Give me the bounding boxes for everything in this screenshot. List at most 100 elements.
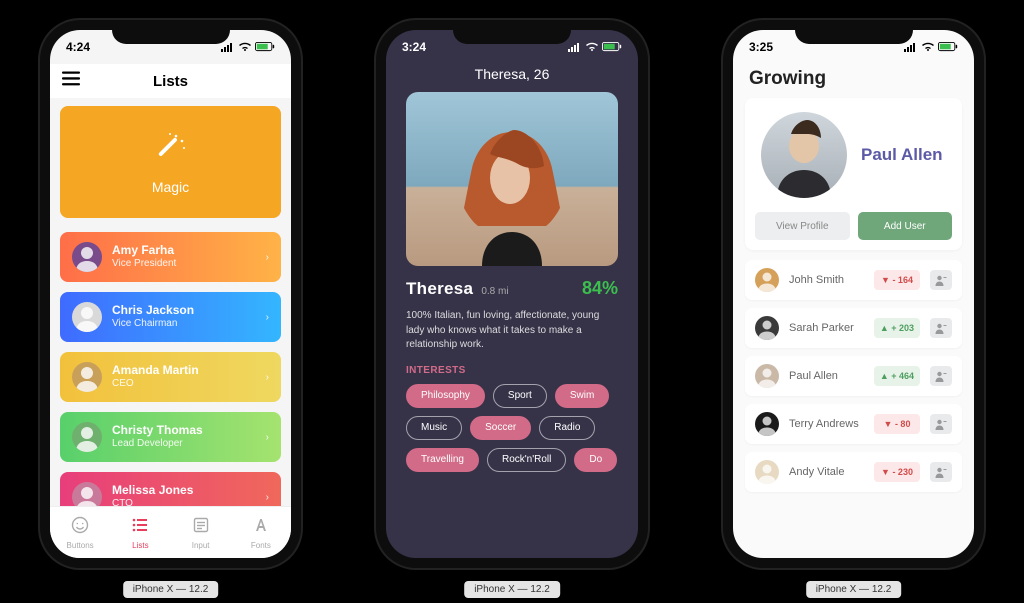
profile-distance: 0.8 mi <box>481 286 508 297</box>
profile-photo[interactable] <box>406 92 618 266</box>
device-growing: 3:25 Growing Paul Allen <box>723 20 984 568</box>
device-notch <box>112 20 230 44</box>
tabbar: Buttons Lists Input Fonts <box>50 506 291 558</box>
user-action-button[interactable] <box>930 414 952 434</box>
hero-label: Magic <box>152 179 189 195</box>
battery-icon <box>938 42 958 52</box>
user-row[interactable]: Paul Allen ▲ + 464 <box>745 356 962 396</box>
list-item-name: Amanda Martin <box>112 364 266 378</box>
delta-badge: ▲ + 203 <box>874 318 920 338</box>
nav-bar: Lists <box>50 64 291 98</box>
interest-chips: Philosophy Sport Swim Music Soccer Radio Trave… <box>406 384 638 472</box>
tab-label: Fonts <box>251 541 271 550</box>
list-item-role: Vice Chairman <box>112 318 266 330</box>
interest-chip[interactable]: Do <box>574 448 617 472</box>
person-illustration <box>432 92 592 266</box>
user-row[interactable]: Andy Vitale ▼ - 230 <box>745 452 962 492</box>
interest-chip[interactable]: Sport <box>493 384 547 408</box>
interest-chip[interactable]: Swim <box>555 384 609 408</box>
hamburger-icon[interactable] <box>62 72 80 91</box>
interest-chip[interactable]: Philosophy <box>406 384 485 408</box>
profile-name: Theresa <box>406 279 473 299</box>
avatar <box>72 302 102 332</box>
status-icons <box>568 42 622 52</box>
avatar <box>755 316 779 340</box>
profile-avatar[interactable] <box>761 112 847 198</box>
wifi-icon <box>585 42 599 52</box>
user-name: Terry Andrews <box>789 418 864 430</box>
interest-chip[interactable]: Rock'n'Roll <box>487 448 566 472</box>
user-action-button[interactable] <box>930 318 952 338</box>
tab-label: Lists <box>132 541 148 550</box>
list-item-name: Christy Thomas <box>112 424 266 438</box>
avatar <box>755 460 779 484</box>
tab-input[interactable]: Input <box>171 507 231 558</box>
device-caption: iPhone X — 12.2 <box>806 581 902 598</box>
person-icon <box>761 112 847 198</box>
view-profile-button[interactable]: View Profile <box>755 212 850 240</box>
signal-icon <box>568 42 582 52</box>
list-item-role: Lead Developer <box>112 438 266 450</box>
list-item[interactable]: Melissa Jones CTO › <box>60 472 281 506</box>
list-item-info: Amy Farha Vice President <box>112 244 266 269</box>
interest-chip[interactable]: Travelling <box>406 448 479 472</box>
list-item-info: Christy Thomas Lead Developer <box>112 424 266 449</box>
avatar <box>72 482 102 506</box>
tab-lists[interactable]: Lists <box>110 507 170 558</box>
user-name: Andy Vitale <box>789 466 864 478</box>
device-notch <box>795 20 913 44</box>
status-icons <box>904 42 958 52</box>
chevron-right-icon: › <box>266 312 269 323</box>
avatar <box>755 364 779 388</box>
user-name: Johh Smith <box>789 274 864 286</box>
profile-bio: 100% Italian, fun loving, affectionate, … <box>406 309 618 353</box>
list-item-info: Melissa Jones CTO <box>112 484 266 506</box>
list-item-role: CTO <box>112 498 266 506</box>
user-action-button[interactable] <box>930 366 952 386</box>
signal-icon <box>221 42 235 52</box>
wifi-icon <box>238 42 252 52</box>
signal-icon <box>904 42 918 52</box>
avatar <box>755 268 779 292</box>
list-item-role: CEO <box>112 378 266 390</box>
tab-label: Input <box>192 541 210 550</box>
list-item[interactable]: Christy Thomas Lead Developer › <box>60 412 281 462</box>
status-icons <box>221 42 275 52</box>
user-list: Johh Smith ▼ - 164 Sarah Parker ▲ + 203 … <box>745 260 962 492</box>
section-interests-heading: INTERESTS <box>406 365 618 376</box>
list-icon <box>131 516 149 539</box>
list-item-role: Vice President <box>112 258 266 270</box>
user-row[interactable]: Johh Smith ▼ - 164 <box>745 260 962 300</box>
profile-name: Paul Allen <box>861 145 943 165</box>
avatar <box>755 412 779 436</box>
delta-badge: ▼ - 164 <box>874 270 920 290</box>
status-time: 4:24 <box>66 40 90 54</box>
avatar <box>72 362 102 392</box>
user-action-button[interactable] <box>930 270 952 290</box>
profile-meta: Theresa 0.8 mi 84% <box>406 278 618 299</box>
profile-card: Paul Allen View Profile Add User <box>745 98 962 250</box>
list-item[interactable]: Amy Farha Vice President › <box>60 232 281 282</box>
user-row[interactable]: Terry Andrews ▼ - 80 <box>745 404 962 444</box>
interest-chip[interactable]: Music <box>406 416 462 440</box>
list-item-name: Amy Farha <box>112 244 266 258</box>
delta-badge: ▼ - 80 <box>874 414 920 434</box>
status-time: 3:24 <box>402 40 426 54</box>
add-user-button[interactable]: Add User <box>858 212 953 240</box>
device-notch <box>453 20 571 44</box>
avatar <box>72 422 102 452</box>
tab-buttons[interactable]: Buttons <box>50 507 110 558</box>
hero-card[interactable]: Magic <box>60 106 281 218</box>
user-action-button[interactable] <box>930 462 952 482</box>
tab-fonts[interactable]: Fonts <box>231 507 291 558</box>
interest-chip[interactable]: Soccer <box>470 416 531 440</box>
interest-chip[interactable]: Radio <box>539 416 595 440</box>
people-list: Amy Farha Vice President › Chris Jackson… <box>60 232 281 506</box>
status-time: 3:25 <box>749 40 773 54</box>
user-row[interactable]: Sarah Parker ▲ + 203 <box>745 308 962 348</box>
list-item[interactable]: Amanda Martin CEO › <box>60 352 281 402</box>
tab-label: Buttons <box>67 541 94 550</box>
chevron-right-icon: › <box>266 492 269 503</box>
list-item[interactable]: Chris Jackson Vice Chairman › <box>60 292 281 342</box>
view-profile-label: View Profile <box>776 221 829 232</box>
